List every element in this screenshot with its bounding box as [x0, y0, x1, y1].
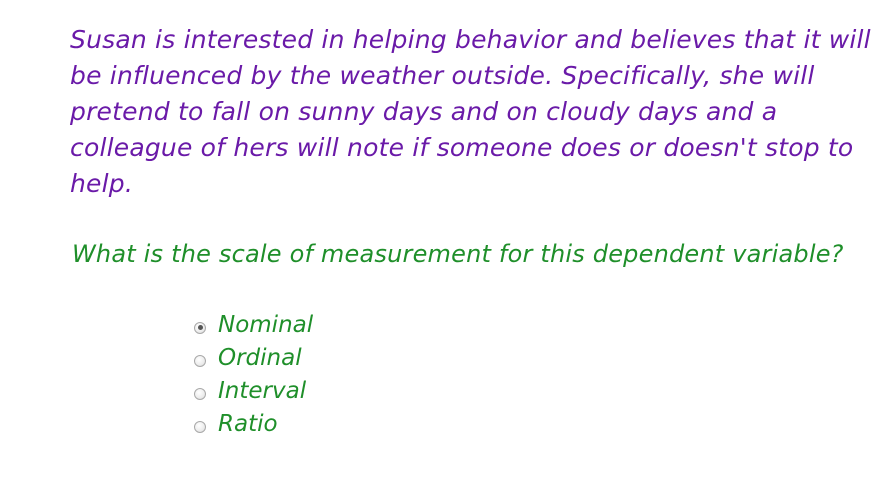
option-interval[interactable]: Interval	[194, 374, 313, 407]
option-label-nominal: Nominal	[218, 311, 314, 338]
radio-button-ordinal[interactable]	[194, 354, 206, 367]
option-label-interval: Interval	[218, 377, 307, 404]
radio-button-interval[interactable]	[194, 387, 206, 400]
scenario-line-5: help.	[70, 169, 133, 198]
scenario-line-4: colleague of hers will note if someone d…	[70, 133, 854, 162]
option-label-ratio: Ratio	[218, 410, 278, 437]
option-ratio[interactable]: Ratio	[194, 407, 313, 440]
scenario-line-3: pretend to fall on sunny days and on clo…	[70, 97, 778, 126]
scenario-line-2: be influenced by the weather outside. Sp…	[70, 61, 815, 90]
scenario-line-1: Susan is interested in helping behavior …	[70, 25, 871, 54]
option-label-ordinal: Ordinal	[218, 344, 302, 371]
radio-button-nominal[interactable]	[194, 321, 206, 334]
scenario-text: Susan is interested in helping behavior …	[70, 22, 871, 202]
radio-button-ratio[interactable]	[194, 420, 206, 433]
answer-options: Nominal Ordinal Interval Ratio	[194, 308, 313, 440]
option-ordinal[interactable]: Ordinal	[194, 341, 313, 374]
question-text: What is the scale of measurement for thi…	[72, 240, 844, 268]
option-nominal[interactable]: Nominal	[194, 308, 313, 341]
